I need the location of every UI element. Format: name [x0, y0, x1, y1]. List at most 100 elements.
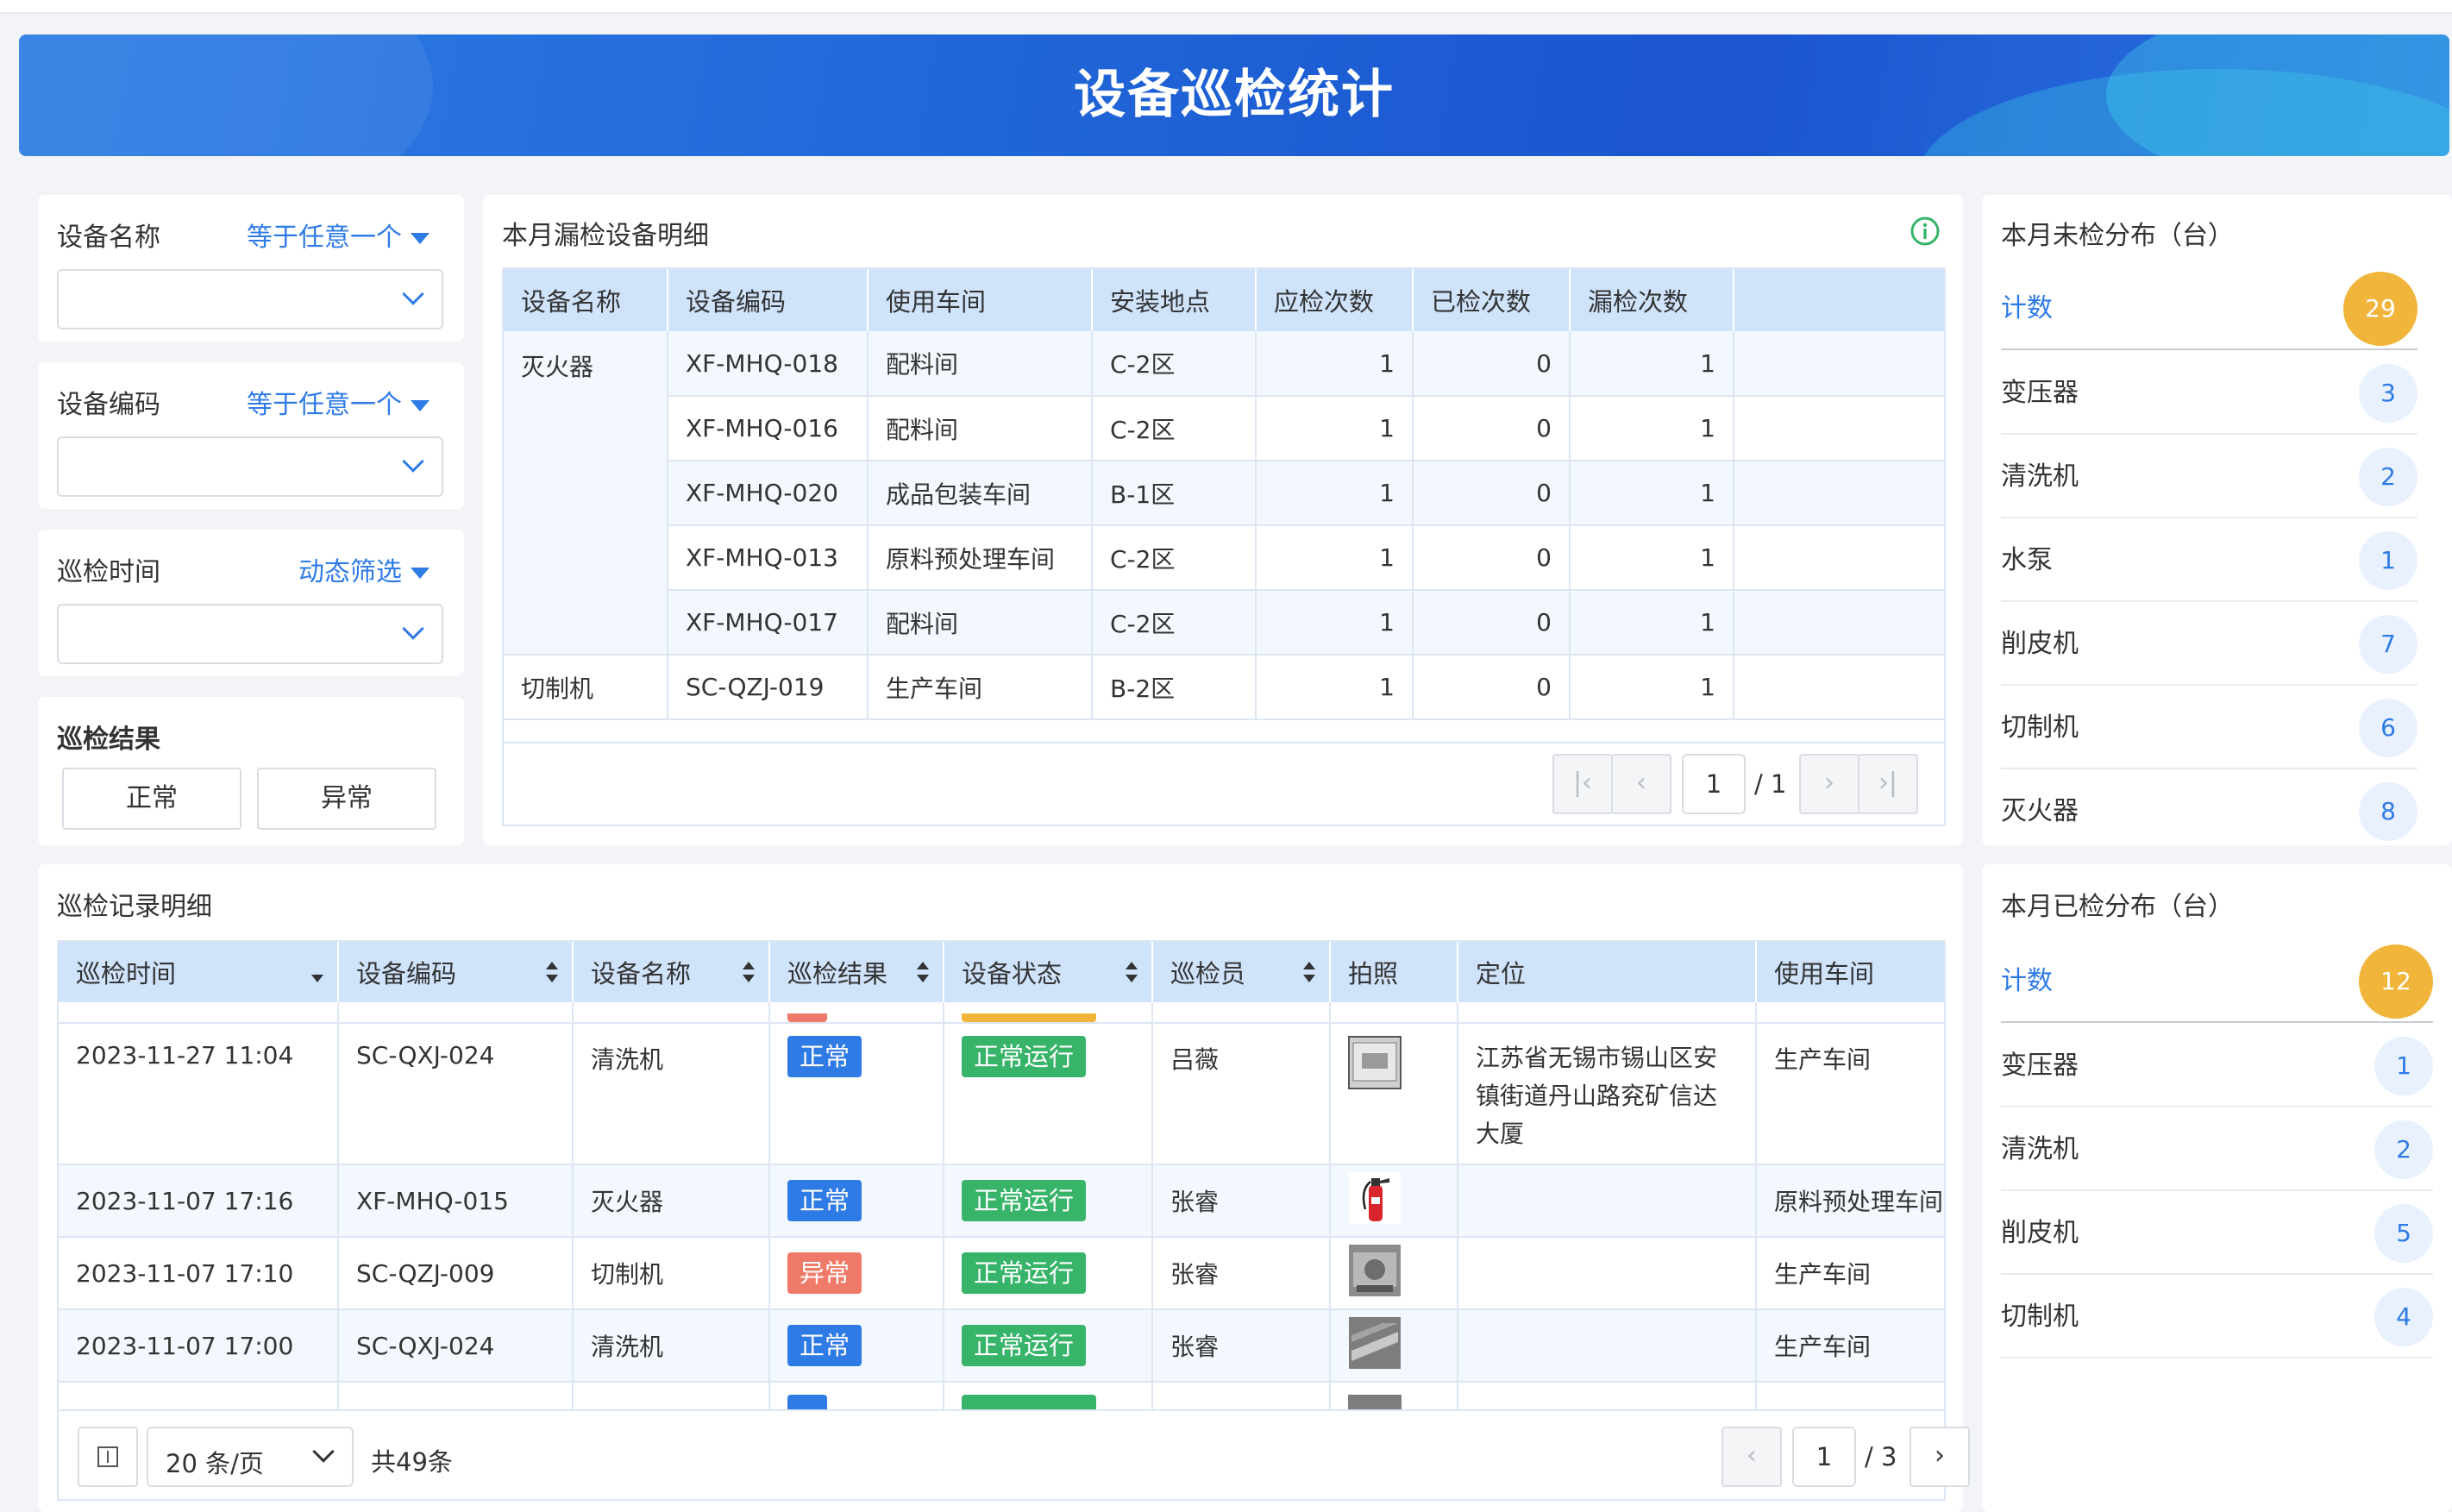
table-row[interactable]: XF-MHQ-020 成品包装车间 B-1区 1 0 1 — [504, 461, 1944, 526]
last-page-button[interactable]: ›| — [1858, 754, 1918, 814]
col-header-result[interactable]: 巡检结果 — [769, 942, 944, 1002]
table-row[interactable]: 切制机 SC-QZJ-019 生产车间 B-2区 1 0 1 — [504, 655, 1944, 720]
info-icon[interactable] — [1910, 216, 1941, 247]
sort-icon — [1303, 962, 1315, 982]
list-item-count: 计数 29 — [2001, 267, 2418, 350]
count-badge: 7 — [2359, 615, 2418, 674]
result-abnormal-button[interactable]: 异常 — [257, 768, 436, 830]
cell-code: SC-QXJ-024 — [338, 1023, 574, 1165]
page-number-input[interactable]: 1 — [1682, 754, 1746, 814]
count-badge: 1 — [2374, 1037, 2433, 1095]
item-label: 变压器 — [2001, 1051, 2079, 1081]
inspection-time-select[interactable] — [57, 604, 443, 664]
next-page-button[interactable]: › — [1910, 1427, 1970, 1487]
table-row[interactable]: 灭火器 XF-MHQ-018 配料间 C-2区 1 0 1 — [504, 331, 1944, 656]
chevron-down-icon — [402, 450, 424, 473]
list-item[interactable]: 灭火器 8 — [2001, 770, 2418, 845]
page-number-input[interactable]: 1 — [1792, 1427, 1856, 1487]
chevron-down-icon — [402, 618, 424, 640]
cell-code: XF-MHQ-020 — [668, 461, 869, 526]
col-header-status[interactable]: 设备状态 — [944, 942, 1153, 1002]
col-header-photo: 拍照 — [1330, 942, 1458, 1002]
cell-should: 1 — [1256, 396, 1414, 461]
col-header-name[interactable]: 设备名称 — [573, 942, 770, 1002]
cell-empty — [1734, 655, 1944, 720]
column-settings-button[interactable] — [78, 1427, 138, 1487]
table-row-partial — [59, 1002, 1944, 1024]
cell-device-name: 灭火器 — [504, 331, 668, 656]
cell-name: 清洗机 — [573, 1023, 770, 1165]
cell-should: 1 — [1256, 525, 1414, 591]
count-badge: 8 — [2359, 782, 2418, 841]
cell-code: XF-MHQ-017 — [668, 590, 869, 656]
cell-shop: 配料间 — [868, 396, 1093, 461]
fire-extinguisher-photo-icon[interactable] — [1348, 1171, 1402, 1225]
page-size-select[interactable]: 20 条/页 — [147, 1427, 354, 1487]
cell-name: 清洗机 — [573, 1309, 770, 1383]
cell-done: 0 — [1413, 525, 1571, 591]
machine-photo-icon[interactable] — [1348, 1244, 1402, 1297]
filter-label: 设备名称 — [57, 223, 160, 253]
count-badge: 2 — [2359, 448, 2418, 506]
sort-icon — [743, 962, 755, 982]
table-row[interactable]: XF-MHQ-013 原料预处理车间 C-2区 1 0 1 — [504, 525, 1944, 591]
missed-table-frame: 设备名称 设备编码 使用车间 安装地点 应检次数 已检次数 漏检次数 灭火器 X… — [502, 267, 1946, 826]
table-row[interactable]: 2023-11-07 17:00 SC-QXJ-024 清洗机 正常 正常运行 … — [59, 1309, 1944, 1383]
panel-title: 巡检记录明细 — [57, 892, 212, 922]
list-item[interactable]: 削皮机 5 — [2001, 1192, 2433, 1275]
page-title: 设备巡检统计 — [1074, 65, 1395, 125]
first-page-button[interactable]: |‹ — [1552, 754, 1613, 814]
list-item[interactable]: 变压器 1 — [2001, 1025, 2433, 1107]
item-label: 切制机 — [2001, 712, 2079, 743]
cell-location: C-2区 — [1092, 590, 1257, 656]
cell-shop: 配料间 — [868, 590, 1093, 656]
cell-shop: 生产车间 — [1756, 1023, 1944, 1165]
prev-page-button[interactable]: ‹ — [1611, 754, 1671, 814]
list-item[interactable]: 切制机 4 — [2001, 1276, 2433, 1358]
device-name-select[interactable] — [57, 269, 443, 329]
filter-operator-dropdown[interactable]: 动态筛选 — [298, 550, 430, 588]
col-header-inspector[interactable]: 巡检员 — [1152, 942, 1331, 1002]
cell-shop: 原料预处理车间 — [1756, 1164, 1944, 1238]
device-code-select[interactable] — [57, 436, 443, 497]
cell-empty — [1734, 590, 1944, 656]
machine-photo-icon[interactable] — [1348, 1316, 1402, 1370]
table-row[interactable]: 2023-11-27 11:04 SC-QXJ-024 清洗机 正常 正常运行 … — [59, 1023, 1944, 1165]
result-tag: 正常 — [787, 1325, 862, 1366]
list-item[interactable]: 变压器 3 — [2001, 352, 2418, 435]
list-item[interactable]: 清洗机 2 — [2001, 1108, 2433, 1191]
column-settings-icon — [97, 1446, 118, 1467]
list-item[interactable]: 水泵 1 — [2001, 519, 2418, 602]
result-tag: 正常 — [787, 1180, 862, 1221]
cell-location: C-2区 — [1092, 525, 1257, 591]
sort-icon — [1126, 962, 1138, 982]
count-badge: 3 — [2359, 364, 2418, 423]
col-header-code[interactable]: 设备编码 — [338, 942, 574, 1002]
next-page-button[interactable]: › — [1799, 754, 1859, 814]
col-header-time[interactable]: 巡检时间 — [59, 942, 339, 1002]
list-item[interactable]: 切制机 6 — [2001, 687, 2418, 769]
total-count: 共49条 — [371, 1447, 453, 1477]
list-item[interactable]: 清洗机 2 — [2001, 436, 2418, 518]
table-row[interactable]: XF-MHQ-016 配料间 C-2区 1 0 1 — [504, 396, 1944, 461]
item-label: 削皮机 — [2001, 1218, 2079, 1248]
table-row[interactable]: XF-MHQ-017 配料间 C-2区 1 0 1 — [504, 590, 1944, 656]
result-normal-button[interactable]: 正常 — [62, 768, 241, 830]
table-row[interactable]: 2023-11-07 17:16 XF-MHQ-015 灭火器 正常 正常运行 … — [59, 1164, 1944, 1238]
list-item[interactable]: 削皮机 7 — [2001, 603, 2418, 686]
photo-thumbnail-icon[interactable] — [1348, 1036, 1402, 1089]
page-size-value: 20 条/页 — [166, 1449, 264, 1478]
inspection-records-panel: 巡检记录明细 巡检时间 设备编码 设备名称 巡检结果 设备状态 巡检员 拍照 定… — [38, 864, 1970, 1512]
list-item-count: 计数 12 — [2001, 940, 2433, 1023]
table-row[interactable]: 2023-11-07 17:10 SC-QZJ-009 切制机 异常 正常运行 … — [59, 1237, 1944, 1310]
sort-icon — [311, 962, 323, 982]
prev-page-button[interactable]: ‹ — [1721, 1427, 1782, 1487]
filter-operator-dropdown[interactable]: 等于任意一个 — [247, 383, 430, 421]
cell-device-name: 切制机 — [504, 655, 668, 720]
cell-done: 0 — [1413, 590, 1571, 656]
checked-distribution-panel: 本月已检分布（台） 计数 12 变压器 1 清洗机 2 削皮机 5 切制机 4 — [1982, 864, 2452, 1512]
filter-operator-dropdown[interactable]: 等于任意一个 — [247, 216, 430, 254]
cell-name: 切制机 — [573, 1237, 770, 1310]
result-tag: 正常 — [787, 1036, 862, 1077]
chevron-down-icon — [312, 1440, 335, 1463]
